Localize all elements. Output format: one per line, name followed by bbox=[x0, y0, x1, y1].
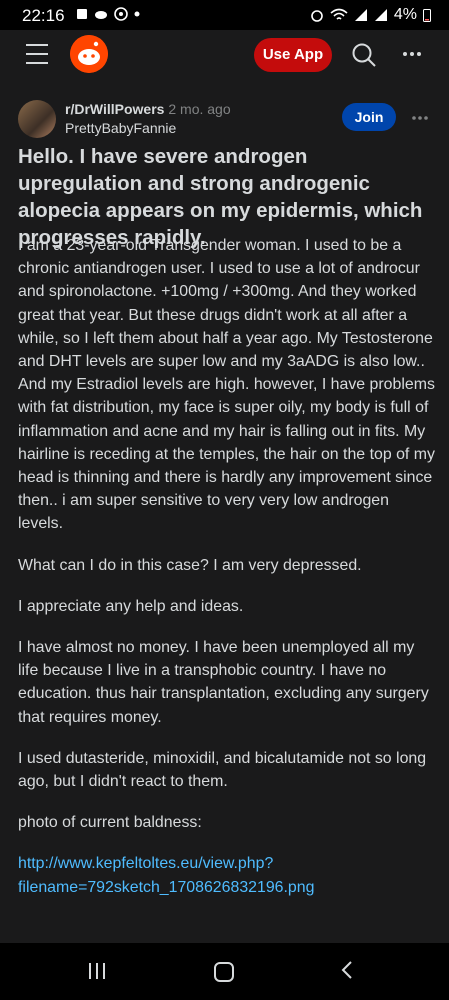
reddit-logo-icon[interactable] bbox=[70, 35, 108, 73]
app-bar: Use App bbox=[0, 30, 449, 80]
post-paragraph: I used dutasteride, minoxidil, and bical… bbox=[18, 749, 427, 791]
wifi-icon bbox=[330, 8, 348, 20]
recent-apps-icon[interactable] bbox=[89, 963, 105, 979]
system-icons: 4% bbox=[310, 6, 431, 24]
post-paragraph: I appreciate any help and ideas. bbox=[18, 597, 244, 615]
author-name[interactable]: PrettyBabyFannie bbox=[65, 120, 176, 136]
post-paragraph: I have almost no money. I have been unem… bbox=[18, 639, 429, 726]
join-button[interactable]: Join bbox=[342, 103, 396, 131]
notification-icons bbox=[76, 7, 140, 21]
post-more-icon[interactable] bbox=[411, 115, 429, 121]
signal-icon bbox=[354, 9, 367, 21]
post-paragraph: photo of current baldness: bbox=[18, 814, 202, 832]
alarm-icon bbox=[311, 10, 323, 22]
use-app-button[interactable]: Use App bbox=[254, 38, 332, 72]
subreddit-line: r/DrWillPowers 2 mo. ago bbox=[65, 101, 231, 117]
search-icon[interactable] bbox=[351, 42, 377, 68]
system-nav-bar bbox=[0, 943, 449, 1000]
post-paragraph: I am a 23-year-old Transgender woman. I … bbox=[18, 237, 435, 533]
menu-icon[interactable] bbox=[26, 44, 48, 71]
more-options-icon[interactable] bbox=[402, 51, 422, 57]
post-body: I am a 23-year-old Transgender woman. I … bbox=[18, 234, 436, 917]
status-time: 22:16 bbox=[22, 6, 65, 25]
post-header: r/DrWillPowers 2 mo. ago PrettyBabyFanni… bbox=[18, 98, 433, 140]
subreddit-name[interactable]: r/DrWillPowers bbox=[65, 101, 164, 117]
post-age: 2 mo. ago bbox=[168, 101, 231, 117]
messenger-icon bbox=[114, 7, 128, 21]
back-icon[interactable] bbox=[341, 961, 353, 979]
image-link[interactable]: http://www.kepfeltoltes.eu/view.php?file… bbox=[18, 855, 314, 895]
dot-icon bbox=[134, 11, 140, 17]
post-paragraph: What can I do in this case? I am very de… bbox=[18, 556, 362, 574]
image-notification-icon bbox=[77, 9, 87, 19]
home-icon[interactable] bbox=[214, 962, 234, 982]
cloud-icon bbox=[95, 11, 107, 19]
status-bar: 22:16 4% bbox=[0, 0, 449, 30]
signal-icon-2 bbox=[374, 9, 387, 21]
subreddit-avatar[interactable] bbox=[18, 100, 56, 138]
battery-percent: 4% bbox=[393, 6, 417, 23]
battery-icon bbox=[423, 9, 431, 22]
